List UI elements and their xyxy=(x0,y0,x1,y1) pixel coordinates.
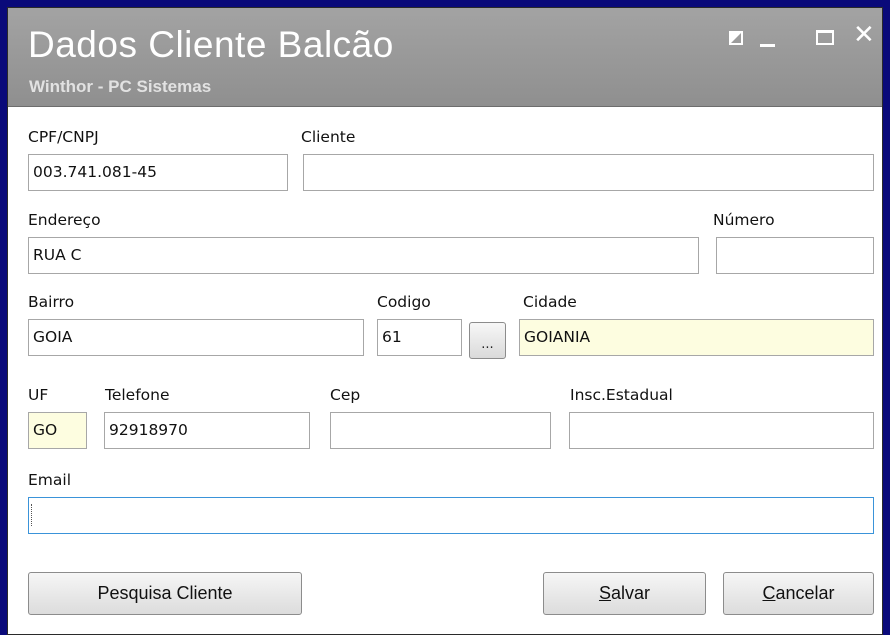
cidade-label: Cidade xyxy=(523,293,577,311)
cidade-field[interactable]: GOIANIA xyxy=(519,319,874,356)
telefone-label: Telefone xyxy=(105,386,170,404)
cliente-field[interactable] xyxy=(303,154,874,191)
cancelar-hotkey: C xyxy=(762,583,776,603)
bairro-field[interactable]: GOIA xyxy=(28,319,364,356)
cliente-label: Cliente xyxy=(301,128,356,146)
dialog-window: Dados Cliente Balcão Winthor - PC Sistem… xyxy=(7,7,883,635)
cancelar-label: ancelar xyxy=(775,583,835,603)
cep-field[interactable] xyxy=(330,412,551,449)
salvar-hotkey: S xyxy=(598,583,611,603)
salvar-label: alvar xyxy=(611,583,651,603)
window-title: Dados Cliente Balcão xyxy=(28,24,394,65)
cpf-label: CPF/CNPJ xyxy=(28,128,99,146)
uf-field[interactable]: GO xyxy=(28,412,87,449)
focus-caret xyxy=(31,504,33,526)
cep-label: Cep xyxy=(330,386,361,404)
close-icon[interactable]: ✕ xyxy=(853,20,875,50)
codigo-label: Codigo xyxy=(377,293,431,311)
insc-estadual-field[interactable] xyxy=(569,412,874,449)
cancelar-button[interactable]: Cancelar xyxy=(723,572,874,615)
maximize-icon[interactable] xyxy=(816,30,834,45)
uf-label: UF xyxy=(28,386,49,404)
codigo-field[interactable]: 61 xyxy=(377,319,462,356)
email-field[interactable] xyxy=(28,497,874,534)
pesquisa-cliente-button[interactable]: Pesquisa Cliente xyxy=(28,572,302,615)
cpf-field[interactable]: 003.741.081-45 xyxy=(28,154,288,191)
title-bar[interactable]: Dados Cliente Balcão Winthor - PC Sistem… xyxy=(8,8,882,107)
telefone-field[interactable]: 92918970 xyxy=(104,412,310,449)
minimize-icon[interactable] xyxy=(760,44,775,47)
numero-label: Número xyxy=(713,211,775,229)
restore-icon[interactable] xyxy=(729,31,743,45)
window-subtitle: Winthor - PC Sistemas xyxy=(29,77,212,96)
numero-field[interactable] xyxy=(716,237,874,274)
bairro-label: Bairro xyxy=(28,293,75,311)
email-label: Email xyxy=(28,471,72,489)
endereco-label: Endereço xyxy=(28,211,101,229)
insc-estadual-label: Insc.Estadual xyxy=(570,386,673,404)
codigo-lookup-button[interactable]: ... xyxy=(469,322,506,359)
salvar-button[interactable]: Salvar xyxy=(543,572,706,615)
endereco-field[interactable]: RUA C xyxy=(28,237,699,274)
